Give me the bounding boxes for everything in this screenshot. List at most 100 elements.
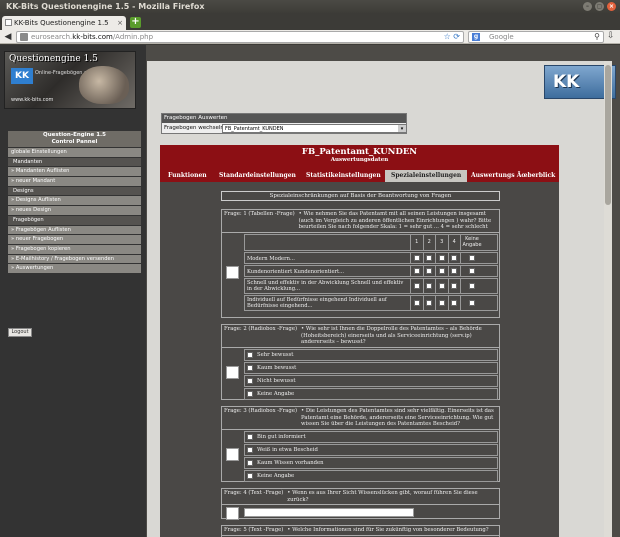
sidebar-item-neuer-fragebogen[interactable]: » neuer Fragebogen	[8, 235, 141, 244]
matrix-cell[interactable]	[436, 265, 449, 276]
radio-button[interactable]	[413, 299, 420, 306]
answer-option[interactable]: Weiß in etwa Bescheid	[244, 443, 498, 456]
answer-option[interactable]: Kaum bewusst	[244, 361, 498, 374]
answer-option[interactable]: Kaum Wissen vorhanden	[244, 456, 498, 469]
radio-button[interactable]	[451, 299, 458, 306]
matrix-cell[interactable]	[449, 265, 461, 276]
answer-label: Nicht bewusst	[257, 377, 296, 384]
close-icon[interactable]: ×	[607, 2, 616, 11]
sidebar-item-neues-design[interactable]: » neues Design	[8, 206, 141, 215]
search-icon[interactable]: ⚲	[594, 32, 600, 42]
question-4-select-checkbox[interactable]	[226, 507, 239, 520]
answer-option[interactable]: Keine Angabe	[244, 387, 498, 400]
sidebar-item-auswertungen[interactable]: » Auswertungen	[8, 264, 141, 273]
radio-button[interactable]	[438, 267, 445, 274]
radio-button[interactable]	[438, 254, 445, 261]
radio-button[interactable]	[438, 282, 445, 289]
scrollbar-thumb[interactable]	[605, 65, 611, 205]
radio-button[interactable]	[247, 446, 253, 453]
sidebar-item-globale-einstellungen[interactable]: globale Einstellungen	[8, 148, 141, 157]
radio-button[interactable]	[451, 282, 458, 289]
matrix-cell[interactable]	[449, 295, 461, 310]
tab-standardeinstellungen[interactable]: Standardeinstellungen	[219, 170, 296, 182]
matrix-cell[interactable]	[449, 278, 461, 293]
radio-button[interactable]	[247, 351, 253, 358]
sidebar-item-fragebogen-kopieren[interactable]: » Fragebogen kopieren	[8, 244, 141, 254]
sidebar-item-designs-auflisten[interactable]: » Designs Auflisten	[8, 196, 141, 206]
radio-button[interactable]	[247, 433, 253, 440]
question-4-text-input[interactable]	[244, 508, 414, 517]
matrix-cell[interactable]	[424, 252, 436, 263]
browser-tab[interactable]: KK-Bits Questionengine 1.5 ×	[2, 16, 126, 30]
sidebar-item-neuer-mandant[interactable]: » neuer Mandant	[8, 177, 141, 186]
radio-button[interactable]	[469, 282, 475, 289]
matrix-cell[interactable]	[424, 295, 436, 310]
url-bar[interactable]: eurosearch.kk-bits.com/Admin.php ☆ ⟳	[16, 31, 464, 43]
answer-option[interactable]: Nicht bewusst	[244, 374, 498, 387]
firefox-window: KK-Bits Questionengine 1.5 - Mozilla Fir…	[0, 0, 620, 537]
tab-auswertungs-ueberblick[interactable]: Auswertungs Äœberblick	[471, 170, 555, 182]
radio-button[interactable]	[426, 267, 433, 274]
radio-button[interactable]	[413, 282, 420, 289]
matrix-cell[interactable]	[411, 295, 424, 310]
sidebar-item-frageboegen-auflisten[interactable]: » Fragebögen Auflisten	[8, 225, 141, 235]
radio-button[interactable]	[413, 254, 420, 261]
minimize-icon[interactable]: –	[583, 2, 592, 11]
matrix-cell[interactable]	[424, 278, 436, 293]
radio-button[interactable]	[426, 254, 433, 261]
tab-statistikeinstellungen[interactable]: Statistikeinstellungen	[306, 170, 381, 182]
radio-button[interactable]	[413, 267, 420, 274]
matrix-cell[interactable]	[411, 265, 424, 276]
matrix-cell[interactable]	[424, 265, 436, 276]
radio-button[interactable]	[451, 254, 458, 261]
question-2-select-checkbox[interactable]	[226, 365, 239, 379]
radio-button[interactable]	[426, 299, 433, 306]
matrix-cell[interactable]	[461, 279, 483, 293]
sidebar-item-emailhistory[interactable]: » E-Mailhistory / Fragebogen versenden	[8, 254, 141, 264]
radio-button[interactable]	[247, 377, 253, 384]
matrix-cell[interactable]	[461, 296, 483, 310]
search-bar[interactable]: g Google ⚲	[468, 31, 604, 43]
tab-close-icon[interactable]: ×	[117, 16, 123, 30]
page-scrollbar[interactable]	[604, 61, 612, 537]
matrix-cell[interactable]	[436, 252, 449, 263]
bookmark-star-icon[interactable]: ☆ ⟳	[444, 32, 460, 42]
chevron-down-icon[interactable]: ▾	[398, 125, 406, 132]
back-arrow-icon[interactable]: ◀	[2, 31, 14, 43]
answer-option[interactable]: Keine Angabe	[244, 469, 498, 482]
sidebar-item-mandanten-auflisten[interactable]: » Mandanten Auflisten	[8, 167, 141, 177]
new-tab-plus-icon[interactable]: +	[130, 17, 141, 28]
answer-option[interactable]: Bin gut informiert	[244, 430, 498, 443]
radio-button[interactable]	[451, 267, 458, 274]
radio-button[interactable]	[247, 390, 253, 397]
radio-button[interactable]	[247, 459, 253, 466]
question-3-select-checkbox[interactable]	[226, 447, 239, 461]
radio-button[interactable]	[247, 472, 253, 479]
matrix-cell[interactable]	[436, 295, 449, 310]
radio-button[interactable]	[426, 282, 433, 289]
logout-button[interactable]: Logout	[8, 328, 32, 337]
site-identity-icon[interactable]	[20, 33, 28, 41]
radio-button[interactable]	[438, 299, 445, 306]
radio-button[interactable]	[469, 267, 475, 274]
question-2: Frage: 2 (Radiobox -Frage) • Wie sehr is…	[221, 324, 500, 400]
tab-spezialeinstellungen[interactable]: Spezialeinstellungen	[385, 170, 468, 182]
matrix-cell[interactable]	[461, 253, 483, 263]
matrix-cell[interactable]	[449, 252, 461, 263]
matrix-cell[interactable]	[411, 252, 424, 263]
question-1-select-checkbox[interactable]	[226, 265, 239, 279]
radio-button[interactable]	[247, 364, 253, 371]
matrix-cell[interactable]	[461, 266, 483, 276]
fragebogen-select[interactable]: FB_Patentamt_KUNDEN ▾	[222, 124, 407, 133]
google-engine-icon[interactable]: g	[472, 33, 480, 41]
matrix-cell[interactable]	[436, 278, 449, 293]
answer-option[interactable]: Sehr bewusst	[244, 348, 498, 361]
download-icon[interactable]: ⇩	[607, 31, 615, 41]
radio-button[interactable]	[469, 254, 475, 261]
search-placeholder: Google	[489, 33, 514, 41]
maximize-icon[interactable]: ▢	[595, 2, 604, 11]
radio-button[interactable]	[469, 299, 475, 306]
tab-funktionen[interactable]: Funktionen	[168, 170, 207, 182]
answer-label: Keine Angabe	[257, 390, 295, 397]
matrix-cell[interactable]	[411, 278, 424, 293]
